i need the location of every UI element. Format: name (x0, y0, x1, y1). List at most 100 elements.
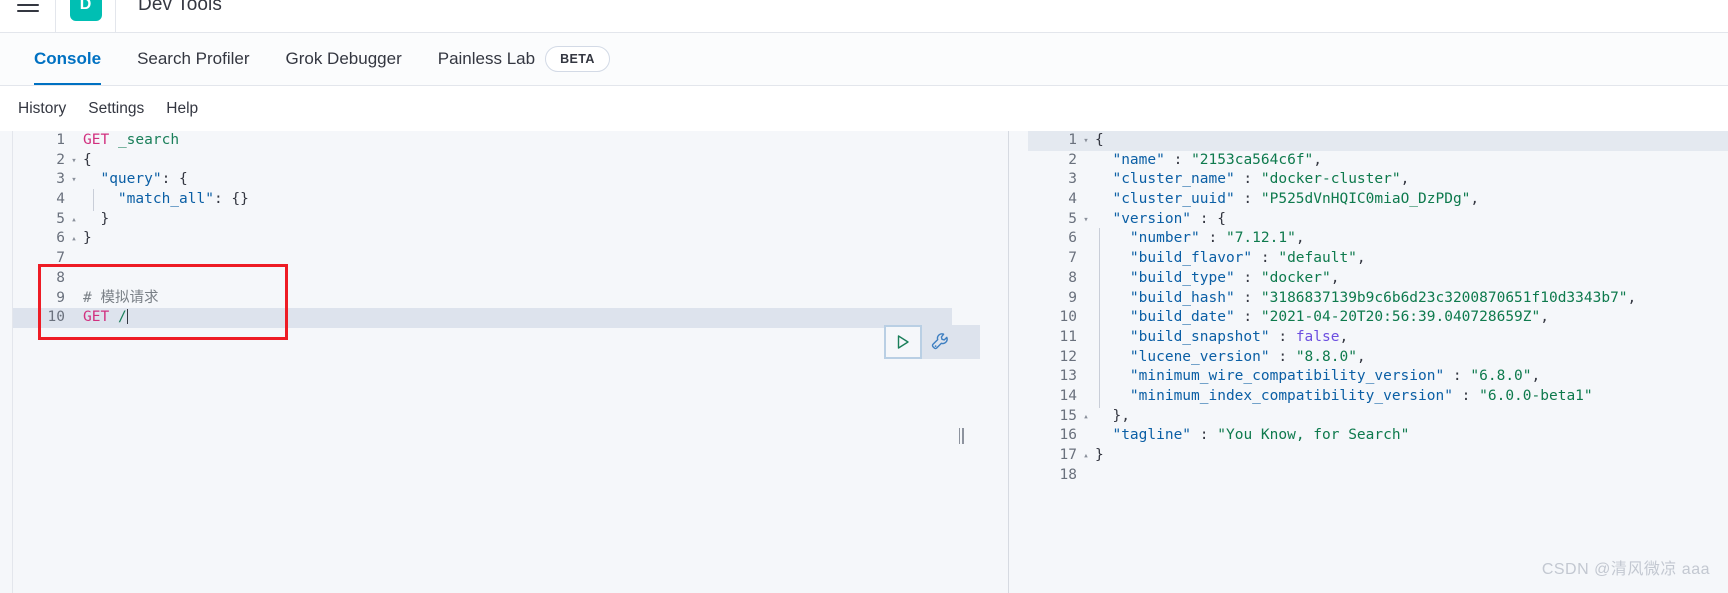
line-number: 13 (1028, 367, 1083, 387)
fold-toggle-icon[interactable]: ▾ (68, 171, 80, 191)
subnav-item-history[interactable]: History (18, 100, 66, 118)
tab-painless-lab-label: Painless Lab (437, 49, 536, 68)
code-line[interactable]: 5 ▾ "version" : { (1028, 209, 1728, 231)
line-number: 6 ▴ (13, 229, 77, 250)
code-text: "build_type" : "docker", (1083, 267, 1339, 290)
line-number: 10 (1028, 308, 1083, 328)
line-number: 5 ▴ (13, 209, 77, 230)
editor-action-buttons (884, 325, 980, 359)
code-line[interactable]: 11 "build_snapshot" : false, (1028, 326, 1728, 349)
fold-toggle-icon[interactable]: ▴ (1080, 447, 1092, 467)
code-text: "number" : "7.12.1", (1083, 228, 1305, 250)
code-line[interactable]: 7 (13, 249, 952, 269)
page-title: Dev Tools (138, 0, 222, 15)
code-line[interactable]: 6 "number" : "7.12.1", (1028, 228, 1728, 250)
code-text: "query": { (100, 171, 188, 188)
code-text: "minimum_wire_compatibility_version" : "… (1083, 366, 1540, 388)
app-badge-container[interactable]: D (56, 0, 116, 33)
beta-badge: BETA (545, 46, 610, 72)
line-number: 14 (1028, 386, 1083, 407)
code-line[interactable]: 1 GET _search (13, 131, 952, 151)
tab-grok-debugger-label: Grok Debugger (285, 49, 402, 68)
code-line[interactable]: 17 ▴} (1028, 446, 1728, 466)
fold-toggle-icon[interactable]: ▾ (1080, 211, 1092, 231)
line-number: 4 (1028, 190, 1083, 210)
fold-toggle-icon[interactable]: ▴ (68, 211, 80, 231)
code-text: "name" : "2153ca564c6f", (1112, 151, 1323, 168)
code-line[interactable]: 6 ▴} (13, 229, 952, 250)
line-number: 16 (1028, 426, 1083, 446)
code-line[interactable]: 10 "build_date" : "2021-04-20T20:56:39.0… (1028, 307, 1728, 329)
line-number: 8 (1028, 268, 1083, 289)
code-line[interactable]: 5 ▴ } (13, 209, 952, 230)
code-text: "version" : { (1112, 210, 1226, 227)
code-text: "build_hash" : "3186837139b9c6b6d23c3200… (1083, 287, 1636, 309)
code-line[interactable]: 9 "build_hash" : "3186837139b9c6b6d23c32… (1028, 287, 1728, 309)
code-line[interactable]: 8 "build_type" : "docker", (1028, 267, 1728, 290)
play-triangle-icon[interactable] (884, 325, 922, 359)
code-line[interactable]: 14 "minimum_index_compatibility_version"… (1028, 385, 1728, 408)
line-number: 18 (1028, 465, 1083, 486)
code-line[interactable]: 10 GET / (13, 308, 952, 328)
code-text: GET _search (83, 132, 180, 148)
fold-toggle-icon[interactable]: ▴ (68, 230, 80, 250)
code-text: "build_date" : "2021-04-20T20:56:39.0407… (1083, 307, 1549, 329)
code-line[interactable]: 18 (1028, 465, 1728, 486)
code-line[interactable]: 4 "cluster_uuid" : "P525dVnHQIC0miaO_DzP… (1028, 190, 1728, 210)
code-line[interactable]: 16 "tagline" : "You Know, for Search" (1028, 426, 1728, 446)
console-response-viewer[interactable]: 1 ▾{2 "name" : "2153ca564c6f", 3 "cluster_… (1028, 131, 1728, 593)
code-text: "match_all": {} (71, 189, 249, 211)
pane-resize-handle[interactable] (955, 425, 967, 447)
code-line[interactable]: 1 ▾{ (1028, 131, 1728, 151)
line-number: 17 ▴ (1028, 446, 1089, 466)
tab-grok-debugger[interactable]: Grok Debugger (268, 33, 420, 85)
line-number: 7 (13, 249, 71, 269)
fold-toggle-icon[interactable]: ▾ (68, 152, 80, 172)
code-line[interactable]: 2 ▾{ (13, 150, 952, 171)
code-line[interactable]: 7 "build_flavor" : "default", (1028, 248, 1728, 270)
console-request-editor[interactable]: 1 GET _search 2 ▾{3 ▾ "query": {4 "match_all… (12, 131, 952, 593)
code-line[interactable]: 13 "minimum_wire_compatibility_version" … (1028, 366, 1728, 388)
code-line[interactable]: 4 "match_all": {} (13, 189, 952, 211)
fold-toggle-icon[interactable]: ▴ (1080, 408, 1092, 428)
tab-painless-lab[interactable]: Painless Lab BETA (420, 33, 628, 85)
hamburger-menu-icon[interactable] (0, 0, 56, 33)
code-text: # 模拟请求 (83, 289, 159, 306)
code-line[interactable]: 8 (13, 268, 952, 289)
fold-toggle-icon[interactable]: ▾ (1080, 132, 1092, 152)
line-number: 9 (1028, 288, 1083, 309)
code-line[interactable]: 3 "cluster_name" : "docker-cluster", (1028, 170, 1728, 191)
code-text: "tagline" : "You Know, for Search" (1112, 427, 1410, 444)
wrench-icon[interactable] (922, 325, 960, 359)
code-text: "cluster_name" : "docker-cluster", (1112, 171, 1410, 188)
code-line[interactable]: 9 # 模拟请求 (13, 288, 952, 309)
line-number: 12 (1028, 347, 1083, 368)
watermark: CSDN @清风微凉 aaa (1541, 561, 1710, 578)
line-number: 3 ▾ (13, 170, 77, 191)
line-number: 11 (1028, 327, 1083, 348)
line-number: 2 ▾ (13, 150, 77, 171)
tab-search-profiler[interactable]: Search Profiler (119, 33, 267, 85)
tab-console[interactable]: Console (16, 33, 119, 85)
code-line[interactable]: 2 "name" : "2153ca564c6f", (1028, 150, 1728, 171)
code-line[interactable]: 12 "lucene_version" : "8.8.0", (1028, 346, 1728, 368)
code-line[interactable]: 3 ▾ "query": { (13, 170, 952, 191)
subnav-item-settings[interactable]: Settings (88, 100, 144, 118)
line-number: 6 (1028, 229, 1083, 250)
line-number: 15 ▴ (1028, 406, 1089, 427)
subnav-item-help[interactable]: Help (166, 100, 198, 118)
tab-search-profiler-label: Search Profiler (137, 49, 250, 68)
code-text: "cluster_uuid" : "P525dVnHQIC0miaO_DzPDg… (1112, 191, 1480, 208)
code-line[interactable]: 15 ▴ }, (1028, 406, 1728, 427)
line-number: 2 (1028, 150, 1083, 171)
code-text: "lucene_version" : "8.8.0", (1083, 346, 1366, 368)
line-number: 9 (13, 288, 71, 309)
global-header: D Dev Tools (0, 0, 1728, 33)
pane-divider (1008, 131, 1009, 593)
line-number: 1 ▾ (1028, 131, 1089, 151)
line-number: 7 (1028, 249, 1083, 269)
text-caret (126, 309, 128, 325)
